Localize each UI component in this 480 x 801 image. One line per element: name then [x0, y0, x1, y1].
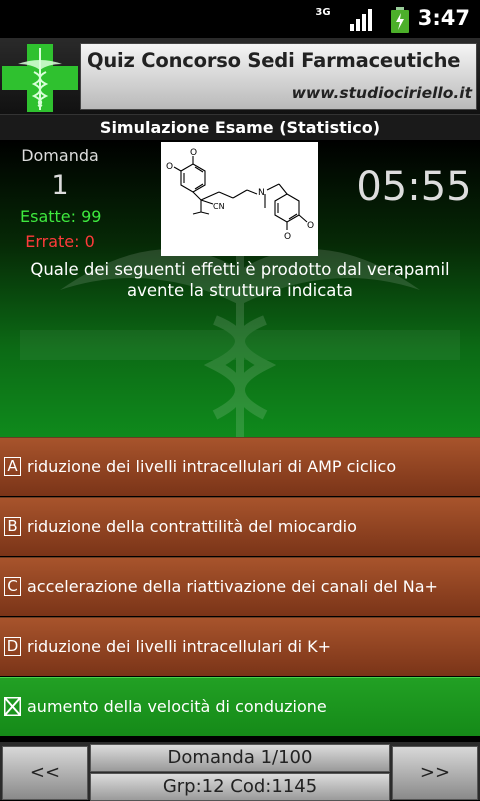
signal-bars-icon [350, 9, 372, 31]
countdown-timer: 05:55 [356, 164, 472, 210]
website-link[interactable]: www.studiociriello.it [292, 84, 472, 102]
app-title: Quiz Concorso Sedi Farmaceutiche [87, 49, 461, 72]
structure-o-label-3: O [284, 232, 291, 242]
structure-n-label: N [258, 188, 265, 198]
answer-letter: A [4, 457, 21, 476]
structure-o-label-4: O [307, 221, 314, 231]
pharmacy-cross-caduceus-icon [2, 44, 78, 112]
question-label: Domanda [21, 146, 99, 165]
status-bar: 3G 3:47 [0, 0, 480, 38]
network-type-label: 3G [315, 7, 331, 18]
question-number: 1 [51, 170, 69, 201]
answer-option-d[interactable]: D riduzione dei livelli intracellulari d… [0, 617, 480, 676]
question-position: Domanda 1/100 [90, 744, 390, 772]
answer-letter: C [4, 577, 21, 596]
app-title-box: Quiz Concorso Sedi Farmaceutiche www.stu… [80, 43, 477, 110]
wrong-count: Errate: 0 [25, 232, 95, 251]
selected-x-icon [4, 697, 21, 716]
answer-option-a[interactable]: A riduzione dei livelli intracellulari d… [0, 437, 480, 496]
bottom-navigation: << Domanda 1/100 Grp:12 Cod:1145 >> [0, 742, 480, 801]
structure-cn-label: CN [213, 202, 225, 211]
answer-text: riduzione della contrattilità del miocar… [27, 517, 357, 536]
answer-text: aumento della velocità di conduzione [27, 697, 327, 716]
verapamil-structure-image: O O CN N O O [161, 142, 318, 256]
structure-o-label-2: O [166, 162, 173, 172]
group-code-info: Grp:12 Cod:1145 [90, 773, 390, 801]
answer-option-b[interactable]: B riduzione della contrattilità del mioc… [0, 497, 480, 556]
battery-charging-icon [391, 7, 409, 33]
answer-option-c[interactable]: C accelerazione della riattivazione dei … [0, 557, 480, 616]
clock: 3:47 [417, 6, 470, 30]
correct-count: Esatte: 99 [20, 207, 102, 226]
answer-option-e[interactable]: aumento della velocità di conduzione [0, 677, 480, 736]
question-panel: Domanda 1 Esatte: 99 Errate: 0 O O CN N … [0, 140, 480, 437]
previous-question-button[interactable]: << [2, 746, 88, 800]
answer-text: accelerazione della riattivazione dei ca… [27, 577, 438, 596]
structure-o-label-1: O [190, 148, 197, 158]
next-question-button[interactable]: >> [392, 746, 478, 800]
answer-letter: D [4, 637, 21, 656]
signal-3g-icon: 3G [314, 8, 332, 18]
answer-text: riduzione dei livelli intracellulari di … [27, 457, 397, 476]
answer-letter: B [4, 517, 21, 536]
exam-mode-title: Simulazione Esame (Statistico) [0, 114, 480, 141]
question-text: Quale dei seguenti effetti è prodotto da… [30, 260, 450, 300]
answer-text: riduzione dei livelli intracellulari di … [27, 637, 332, 656]
